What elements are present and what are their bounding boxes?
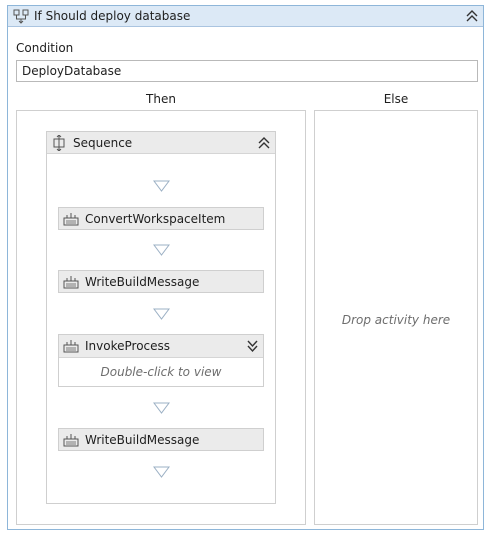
invoke-process-placeholder[interactable]: Double-click to view [59,365,263,379]
condition-input[interactable]: DeployDatabase [16,60,478,82]
activity-icon [63,339,79,353]
sequence-title: Sequence [73,136,133,150]
activity-icon [63,275,79,289]
if-title: If Should deploy database [34,9,191,23]
sequence-header[interactable]: Sequence [47,132,275,154]
triangle-down-icon[interactable] [153,180,170,192]
activity-invoke-process[interactable]: InvokeProcess Double-click to view [58,334,264,387]
double-chevron-up-icon [466,10,478,22]
triangle-down-icon[interactable] [153,308,170,320]
then-branch[interactable]: Sequence ConvertWorkspaceItem WriteBuild… [16,110,306,525]
condition-label: Condition [16,41,74,55]
activity-icon [63,433,79,447]
invoke-process-header[interactable]: InvokeProcess [59,335,263,358]
expand-invoke-process-button[interactable] [246,339,259,353]
activity-label: InvokeProcess [85,339,171,353]
else-branch[interactable]: Drop activity here [314,110,478,525]
else-label: Else [383,92,409,106]
activity-icon [63,212,79,226]
collapse-if-button[interactable] [465,9,479,23]
sequence-icon [52,134,66,152]
triangle-down-icon[interactable] [153,402,170,414]
activity-write-build-message[interactable]: WriteBuildMessage [58,428,264,451]
else-drop-placeholder: Drop activity here [341,313,451,327]
collapse-sequence-button[interactable] [257,136,271,150]
if-activity-icon [13,9,29,24]
sequence-activity[interactable]: Sequence ConvertWorkspaceItem WriteBuild… [46,131,276,504]
activity-label: WriteBuildMessage [85,433,200,447]
activity-label: ConvertWorkspaceItem [85,212,226,226]
if-activity[interactable]: If Should deploy database Condition Depl… [7,5,484,530]
triangle-down-icon[interactable] [153,244,170,256]
double-chevron-up-icon [258,137,270,149]
activity-label: WriteBuildMessage [85,275,200,289]
double-chevron-down-icon [247,340,258,353]
then-label: Then [146,92,176,106]
triangle-down-icon[interactable] [153,466,170,478]
activity-write-build-message[interactable]: WriteBuildMessage [58,270,264,293]
activity-convert-workspace-item[interactable]: ConvertWorkspaceItem [58,207,264,230]
if-header[interactable]: If Should deploy database [8,6,483,27]
